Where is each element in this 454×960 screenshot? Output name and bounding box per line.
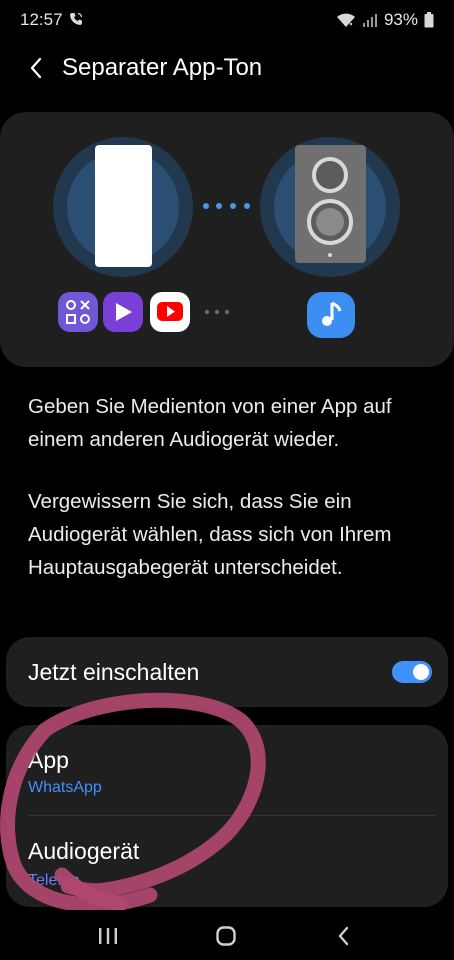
- app-setting-title: App: [28, 747, 69, 773]
- home-icon: [216, 926, 236, 946]
- battery-percentage: 93%: [383, 10, 418, 29]
- illustration-card: [0, 112, 454, 367]
- call-icon: [70, 12, 83, 25]
- switch-knob: [413, 664, 429, 680]
- status-bar: 12:57 93%: [0, 0, 454, 42]
- chevron-left-icon: [30, 57, 42, 79]
- phone-illustration: [53, 137, 193, 277]
- status-right: 93%: [336, 10, 434, 30]
- audio-device-setting-title: Audiogerät: [28, 838, 140, 864]
- connection-dots: [203, 203, 250, 209]
- description-paragraph-2: Vergewissern Sie sich, dass Sie ein Audi…: [28, 490, 392, 579]
- status-time: 12:57: [20, 10, 63, 29]
- home-button[interactable]: [206, 922, 246, 950]
- settings-card: App WhatsApp Audiogerät Telefon: [6, 725, 448, 907]
- battery-icon: [424, 12, 434, 28]
- page-title: Separater App-Ton: [62, 54, 263, 81]
- speaker-illustration: [260, 137, 400, 277]
- recents-button[interactable]: [88, 922, 128, 950]
- illustration: [53, 137, 400, 338]
- more-dots: [204, 309, 230, 315]
- audio-device-setting-value: Telefon: [28, 872, 80, 889]
- toggle-label: Jetzt einschalten: [28, 659, 200, 685]
- app-header: Separater App-Ton: [0, 48, 454, 92]
- back-icon: [338, 926, 349, 946]
- navigation-bar: [0, 910, 454, 960]
- game-launcher-icon: [58, 292, 98, 332]
- play-icon: [103, 292, 143, 332]
- screen: 12:57 93% Separater App-Ton Geben Sie Me…: [0, 0, 454, 960]
- app-setting-value: WhatsApp: [28, 779, 102, 796]
- audio-device-setting-row[interactable]: Audiogerät Telefon: [6, 816, 448, 906]
- wifi-icon: [336, 13, 355, 27]
- description-paragraph-1: Geben Sie Medienton von einer App auf ei…: [28, 395, 392, 451]
- app-setting-row[interactable]: App WhatsApp: [6, 725, 448, 816]
- music-note-icon: [307, 292, 355, 338]
- signal-icon: [362, 14, 377, 27]
- youtube-icon: [150, 292, 190, 332]
- enable-switch[interactable]: [392, 661, 432, 683]
- back-button[interactable]: [20, 52, 52, 84]
- enable-toggle-row[interactable]: Jetzt einschalten: [6, 637, 448, 707]
- recents-icon: [99, 928, 117, 944]
- nav-back-button[interactable]: [324, 922, 364, 950]
